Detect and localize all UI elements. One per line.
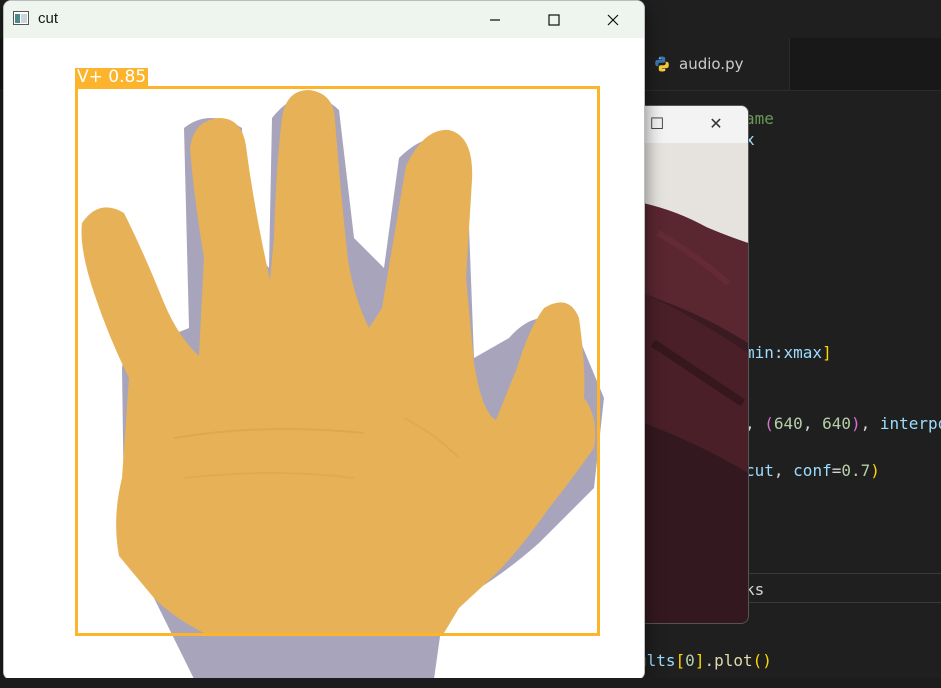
code-line: , (640, 640), interpo bbox=[745, 414, 941, 433]
code-token: conf bbox=[793, 461, 832, 480]
code-line: ame bbox=[745, 109, 774, 128]
code-token: ] bbox=[694, 651, 705, 670]
close-button[interactable] bbox=[584, 1, 642, 38]
app-window-icon bbox=[13, 11, 29, 25]
code-line: cut, conf=0.7) bbox=[745, 461, 880, 480]
tab-audio-py[interactable]: audio.py bbox=[643, 38, 790, 90]
code-token: 640 bbox=[822, 414, 851, 433]
code-token: , bbox=[773, 461, 794, 480]
cut-window: cut V+ 0.85 bbox=[3, 0, 645, 680]
code-line: min:xmax] bbox=[745, 343, 832, 362]
detection-box bbox=[75, 86, 600, 636]
code-token: 640 bbox=[773, 414, 803, 433]
code-token: () bbox=[752, 651, 772, 670]
code-token: [ bbox=[675, 651, 686, 670]
code-token: ) bbox=[850, 414, 861, 433]
cut-image-view: V+ 0.85 bbox=[4, 38, 644, 679]
close-icon bbox=[607, 14, 619, 25]
code-token: interpo bbox=[879, 414, 941, 433]
code-token: 0 bbox=[685, 651, 695, 670]
code-token: = bbox=[831, 461, 842, 480]
close-icon[interactable]: ✕ bbox=[705, 113, 727, 135]
code-line: ults[0].plot() bbox=[637, 651, 772, 670]
code-token: min:xmax bbox=[745, 343, 823, 362]
code-token: 0.7 bbox=[841, 461, 871, 480]
minimize-icon bbox=[490, 18, 500, 21]
taskbar-strip bbox=[0, 678, 941, 688]
window-title: cut bbox=[38, 10, 59, 27]
code-token: , bbox=[802, 414, 823, 433]
code-token: cut bbox=[745, 461, 774, 480]
code-token: , bbox=[860, 414, 880, 433]
code-token: ame bbox=[745, 109, 774, 128]
code-token: ) bbox=[870, 461, 880, 480]
tab-label: audio.py bbox=[679, 55, 744, 73]
code-token: ( bbox=[764, 414, 774, 433]
cut-titlebar[interactable]: cut bbox=[4, 1, 644, 38]
detection-label: V+ 0.85 bbox=[75, 67, 149, 87]
minimize-button[interactable] bbox=[466, 1, 524, 38]
maximize-icon[interactable]: ☐ bbox=[646, 113, 668, 135]
code-token: plot bbox=[714, 651, 753, 670]
python-icon bbox=[655, 56, 669, 72]
code-token: ] bbox=[822, 343, 832, 362]
code-token: . bbox=[704, 651, 715, 670]
maximize-button[interactable] bbox=[525, 1, 583, 38]
maximize-icon bbox=[548, 13, 560, 26]
